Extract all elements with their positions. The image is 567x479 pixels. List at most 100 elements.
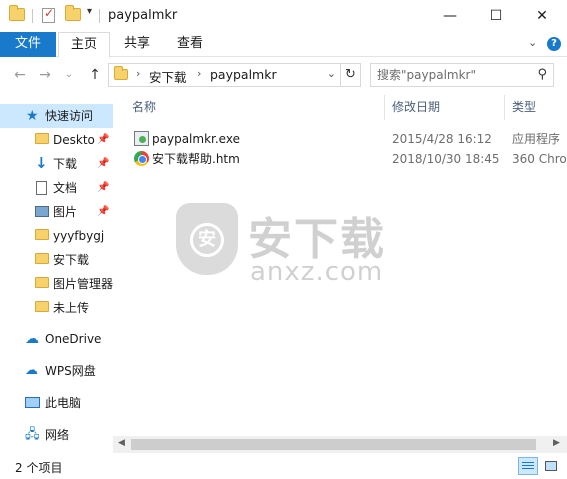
file-name: paypalmkr.exe: [152, 132, 240, 146]
sidebar-item-quick-access[interactable]: ★ 快速访问: [0, 104, 113, 128]
watermark: 安 安下载 anxz.com: [176, 203, 406, 293]
tab-share[interactable]: 共享: [112, 32, 162, 57]
search-icon[interactable]: ⚲: [537, 67, 547, 82]
recent-locations-chevron-icon[interactable]: ⌄: [60, 69, 78, 80]
tab-home[interactable]: 主页: [58, 32, 111, 58]
sidebar-item-not-uploaded[interactable]: 未上传: [0, 296, 113, 320]
new-folder-icon[interactable]: [65, 5, 81, 21]
file-date: 2018/10/30 18:45: [392, 152, 500, 166]
details-view-icon: [522, 462, 534, 463]
sidebar-item-wps[interactable]: ☁ WPS网盘: [0, 359, 113, 383]
watermark-subtext: anxz.com: [250, 257, 384, 287]
folder-icon: [35, 253, 49, 264]
divider: [99, 9, 100, 23]
chevron-down-icon[interactable]: ⌄: [528, 36, 537, 49]
network-icon: 🖧: [25, 427, 40, 442]
search-input[interactable]: [377, 67, 527, 83]
search-box[interactable]: ⚲: [370, 63, 554, 87]
file-date: 2015/4/28 16:12: [392, 132, 492, 146]
download-icon: ↓: [35, 154, 48, 172]
column-divider[interactable]: [384, 95, 385, 120]
sidebar-item-this-pc[interactable]: 此电脑: [0, 391, 113, 415]
sidebar-item-label: yyyfbygj: [53, 229, 105, 243]
scroll-left-arrow-icon[interactable]: ◀: [118, 438, 125, 448]
scroll-right-arrow-icon[interactable]: ▶: [553, 438, 560, 448]
back-arrow-icon[interactable]: ←: [11, 67, 29, 83]
folder-app-icon: [9, 5, 25, 21]
file-type: 应用程序: [512, 132, 561, 146]
maximize-button[interactable]: ☐: [473, 0, 519, 32]
table-row[interactable]: paypalmkr.exe 2015/4/28 16:12 应用程序: [113, 129, 567, 149]
breadcrumb-item[interactable]: 安下载: [149, 67, 187, 86]
title-bar: ▾ paypalmkr — ☐ ✕: [0, 0, 567, 32]
minimize-button[interactable]: —: [427, 0, 473, 32]
browser-html-icon: [134, 151, 149, 166]
folder-icon: [35, 229, 49, 240]
sidebar-item-yyyfbygj[interactable]: yyyfbygj: [0, 224, 113, 248]
column-header-type[interactable]: 类型: [512, 95, 536, 120]
refresh-icon[interactable]: ↻: [340, 64, 360, 86]
sidebar-item-label: 网络: [45, 428, 70, 442]
sidebar-item-label: WPS网盘: [45, 364, 96, 378]
help-icon[interactable]: ?: [547, 37, 561, 51]
sidebar-item-label: 图片管理器: [53, 277, 113, 291]
sidebar-item-label: 安下载: [53, 253, 90, 267]
star-icon: ★: [26, 108, 39, 124]
sidebar-item-label: 文档: [53, 181, 78, 195]
file-list: ⌃ 名称 修改日期 类型 paypalmkr.exe 2015/4/28 16:…: [113, 95, 567, 451]
address-dropdown-icon[interactable]: ⌄: [327, 67, 336, 80]
details-view-button[interactable]: [518, 457, 538, 475]
close-button[interactable]: ✕: [519, 0, 565, 32]
address-bar[interactable]: › 安下载 › paypalmkr ⌄ ↻: [108, 63, 361, 87]
sidebar-item-network[interactable]: 🖧 网络: [0, 423, 113, 447]
large-icons-view-icon: [545, 461, 557, 471]
watermark-shield-char: 安: [190, 223, 224, 257]
sidebar-item-downloads[interactable]: ↓ 下载 📌: [0, 152, 113, 176]
sidebar-item-anxiazai[interactable]: 安下载: [0, 248, 113, 272]
breadcrumb-chevron-icon[interactable]: ›: [136, 67, 140, 80]
document-icon: [36, 181, 47, 195]
sidebar-item-label: 此电脑: [45, 396, 82, 410]
large-icons-view-button[interactable]: [541, 457, 561, 475]
breadcrumb-item[interactable]: paypalmkr: [210, 67, 277, 82]
sidebar-item-label: 下载: [53, 157, 78, 171]
table-row[interactable]: 安下载帮助.htm 2018/10/30 18:45 360 Chro: [113, 149, 567, 169]
sidebar-item-label: OneDrive: [45, 332, 102, 346]
sidebar-item-label: 图片: [53, 205, 78, 219]
pin-icon: 📌: [97, 206, 110, 217]
up-arrow-icon[interactable]: ↑: [86, 67, 104, 83]
column-header-date[interactable]: 修改日期: [392, 95, 440, 120]
properties-icon[interactable]: [42, 6, 55, 23]
column-divider[interactable]: [504, 95, 505, 120]
sidebar-item-onedrive[interactable]: ☁ OneDrive: [0, 327, 113, 351]
exe-icon: [134, 131, 149, 146]
item-count: 2 个项目: [15, 461, 63, 475]
column-header-name[interactable]: 名称: [132, 95, 156, 120]
sort-ascending-icon: ⌃: [251, 95, 260, 103]
pictures-icon: [35, 206, 49, 217]
sidebar-item-documents[interactable]: 文档 📌: [0, 176, 113, 200]
breadcrumb-chevron-icon[interactable]: ›: [197, 67, 201, 80]
sidebar-item-pictures[interactable]: 图片 📌: [0, 200, 113, 224]
window-title: paypalmkr: [108, 8, 178, 23]
navigation-pane: ★ 快速访问 Deskto 📌 ↓ 下载 📌 文档 📌 图片 📌 yyyfbyg…: [0, 95, 113, 451]
customize-toolbar-icon[interactable]: ▾: [87, 6, 92, 17]
folder-icon: [35, 277, 49, 288]
wps-cloud-icon: ☁: [25, 363, 38, 378]
sidebar-item-label: Deskto: [53, 133, 95, 147]
tab-view[interactable]: 查看: [165, 32, 215, 57]
sidebar-item-label: 快速访问: [45, 109, 94, 123]
folder-icon: [114, 66, 128, 80]
sidebar-item-image-manager[interactable]: 图片管理器: [0, 272, 113, 296]
divider: [32, 9, 33, 23]
folder-icon: [35, 301, 49, 312]
forward-arrow-icon[interactable]: →: [36, 67, 54, 83]
scrollbar-thumb[interactable]: [131, 439, 536, 450]
pin-icon: 📌: [97, 134, 110, 145]
file-type: 360 Chro: [512, 152, 567, 166]
tab-file[interactable]: 文件: [0, 32, 56, 57]
sidebar-item-desktop[interactable]: Deskto 📌: [0, 128, 113, 152]
status-bar: 2 个项目: [0, 453, 567, 479]
cloud-icon: ☁: [25, 331, 39, 347]
horizontal-scrollbar[interactable]: ◀ ▶: [113, 436, 567, 453]
